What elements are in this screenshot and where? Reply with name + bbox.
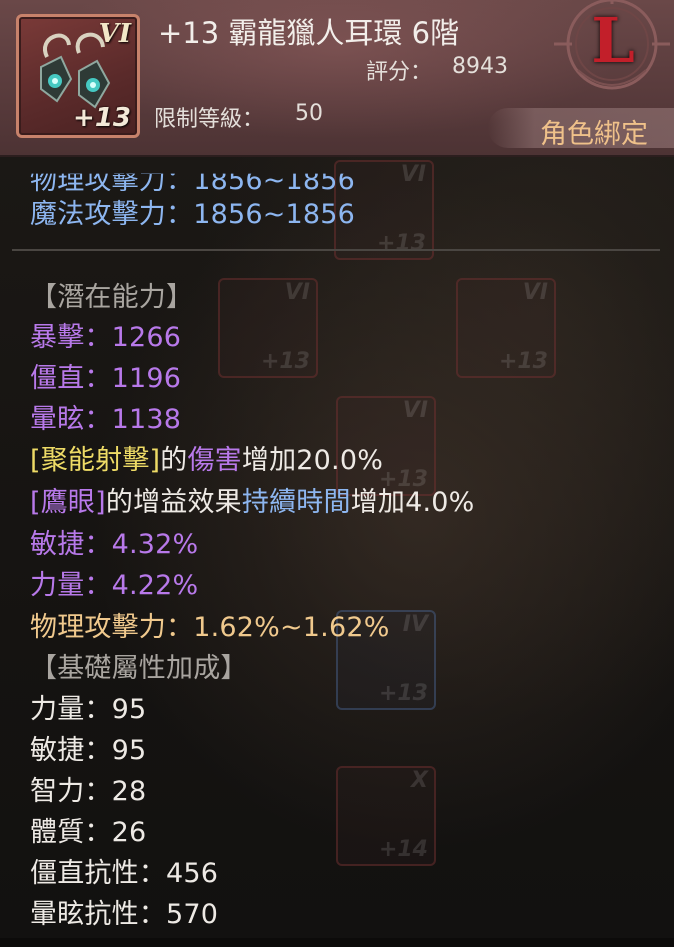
skill-bonus: 增加20.0% [241, 445, 384, 476]
potential-physical-attack: 物理攻擊力：1.62%~1.62% [30, 612, 390, 643]
tooltip-header: VI +13 +13 霸龍獵人耳環 6階 評分： 8943 限制等級： 50 L… [0, 0, 674, 157]
ghost-tier: VI [402, 398, 428, 423]
magic-attack-stat: 魔法攻擊力：1856~1856 [30, 199, 356, 230]
ghost-tier: VI [400, 162, 426, 187]
ghost-item-icon: X +14 [336, 766, 436, 866]
base-stun-resist: 暈眩抗性：570 [30, 899, 219, 930]
potential-agility: 敏捷：4.32% [30, 529, 199, 560]
item-title: +13 霸龍獵人耳環 6階 [158, 16, 460, 50]
score-label: 評分： [366, 60, 433, 85]
level-requirement-value: 50 [295, 101, 323, 126]
score-value: 8943 [452, 54, 508, 79]
base-strength: 力量：95 [30, 694, 147, 725]
base-agility: 敏捷：95 [30, 735, 147, 766]
ghost-enhance: +13 [378, 681, 428, 706]
ghost-enhance: +14 [378, 837, 428, 862]
potential-stiff: 僵直：1196 [30, 363, 182, 394]
potential-stun: 暈眩：1138 [30, 404, 182, 435]
potential-skill-2: [鷹眼]的增益效果持續時間增加4.0% [30, 480, 474, 519]
base-stiff-resist: 僵直抗性：456 [30, 858, 219, 889]
skill-effect: 傷害 [187, 445, 242, 476]
skill-bonus: 增加4.0% [350, 487, 475, 518]
skill-name: [聚能射擊] [30, 445, 161, 476]
binding-text: 角色綁定 [540, 119, 648, 150]
ghost-tier: VI [284, 280, 310, 305]
ghost-enhance: +13 [498, 349, 548, 374]
potential-crit: 暴擊：1266 [30, 322, 182, 353]
item-icon: VI +13 [16, 14, 140, 138]
base-intelligence: 智力：28 [30, 776, 147, 807]
skill-connector: 的 [160, 445, 188, 476]
skill-effect: 持續時間 [241, 487, 351, 518]
tooltip-bottom-edge [0, 938, 674, 947]
potential-strength: 力量：4.22% [30, 570, 199, 601]
potential-header: 【潛在能力】 [30, 282, 194, 313]
grade-letter: L [591, 4, 635, 77]
ghost-tier: VI [522, 280, 548, 305]
enhance-badge: +13 [73, 103, 131, 133]
base-stats-header: 【基礎屬性加成】 [30, 653, 248, 684]
ghost-tier: IV [402, 612, 428, 637]
ghost-tier: X [411, 768, 428, 793]
skill-name: [鷹眼] [30, 487, 106, 518]
ghost-enhance: +13 [376, 231, 426, 256]
ghost-item-icon: VI +13 [218, 278, 318, 378]
base-constitution: 體質：26 [30, 817, 147, 848]
tier-badge: VI [98, 19, 131, 49]
potential-skill-1: [聚能射擊]的傷害增加20.0% [30, 438, 383, 477]
level-requirement-label: 限制等級： [154, 107, 265, 132]
skill-connector: 的增益效果 [105, 487, 242, 518]
ghost-enhance: +13 [260, 349, 310, 374]
section-divider [12, 249, 660, 251]
ghost-item-icon: VI +13 [456, 278, 556, 378]
